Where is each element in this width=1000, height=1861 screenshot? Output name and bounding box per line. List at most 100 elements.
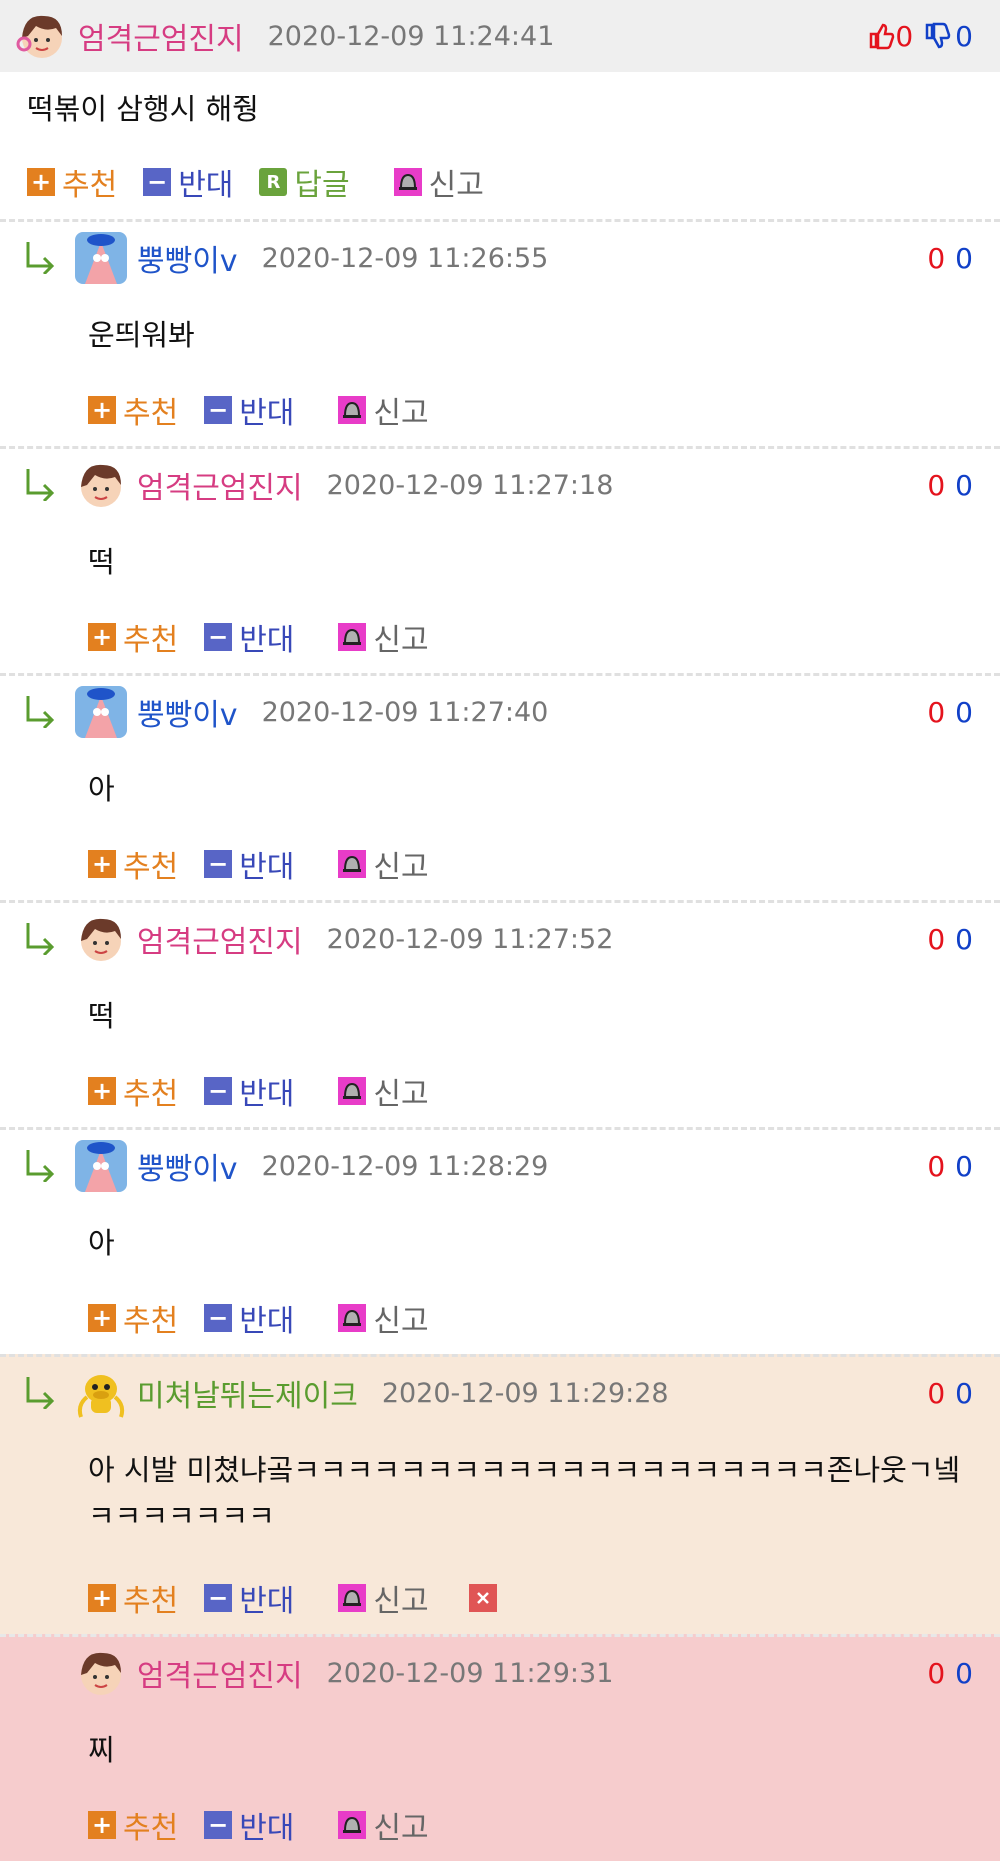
post-header: 엄격근엄진지 2020-12-09 11:24:41 0 0	[0, 0, 1000, 72]
comment-votes: 00	[927, 1130, 973, 1202]
comment-downvote-count[interactable]: 0	[955, 1150, 973, 1183]
siren-icon	[338, 396, 367, 424]
comment-downvote-count[interactable]: 0	[955, 1377, 973, 1410]
comment-downvote-count[interactable]: 0	[955, 242, 973, 275]
comment-votes: 00	[927, 903, 973, 975]
oppose-button[interactable]: − 반대	[204, 615, 294, 659]
oppose-button[interactable]: − 반대	[204, 1803, 294, 1847]
comment-upvote-count[interactable]: 0	[927, 469, 945, 502]
comment-author-nick[interactable]: 엄격근엄진지	[137, 1651, 303, 1695]
comment-actions: + 추천 − 반대 신고	[88, 1803, 455, 1847]
report-button[interactable]: 신고	[338, 842, 429, 886]
plus-icon: +	[88, 1077, 116, 1105]
comment-reply: 엄격근엄진지 2020-12-09 11:27:52 00 떡 + 추천 − 반대 …	[0, 900, 1000, 1127]
girl-avatar[interactable]	[75, 1647, 127, 1699]
oppose-button[interactable]: − 반대	[204, 388, 294, 432]
comment-upvote-count[interactable]: 0	[927, 1150, 945, 1183]
comment-votes: 00	[927, 1637, 973, 1709]
thumbs-up-icon[interactable]	[867, 22, 895, 50]
comment-upvote-count[interactable]: 0	[927, 1657, 945, 1690]
recommend-button[interactable]: + 추천	[88, 842, 178, 886]
siren-icon	[338, 1304, 367, 1332]
plus-icon: +	[88, 850, 116, 878]
comment-time: 2020-12-09 11:26:55	[261, 242, 549, 274]
comment-upvote-count[interactable]: 0	[927, 1377, 945, 1410]
post-body: 떡볶이 삼행시 해줭 + 추천 − 반대 R 답글 신고	[0, 72, 1000, 219]
recommend-button[interactable]: + 추천	[88, 1803, 178, 1847]
comment-upvote-count[interactable]: 0	[927, 923, 945, 956]
comment-author-nick[interactable]: 뿡빵이v	[137, 236, 238, 280]
comment-reply: 뿡빵이v 2020-12-09 11:27:40 00 아 + 추천 − 반대 신고	[0, 673, 1000, 900]
comment-downvote-count[interactable]: 0	[955, 923, 973, 956]
recommend-button[interactable]: + 추천	[88, 1296, 178, 1340]
post-downvote-count: 0	[955, 19, 973, 53]
comment-reply-highlighted: 미쳐날뛰는제이크 2020-12-09 11:29:28 00 아 시발 미쳤냐…	[0, 1354, 1000, 1634]
siren-icon	[338, 623, 367, 651]
girl-avatar[interactable]	[75, 459, 127, 511]
comment-downvote-count[interactable]: 0	[955, 1657, 973, 1690]
oppose-button[interactable]: − 반대	[204, 842, 294, 886]
comment-text: 아	[88, 772, 115, 806]
report-button[interactable]: 신고	[338, 1803, 429, 1847]
report-button[interactable]: 신고	[338, 1296, 429, 1340]
oppose-button[interactable]: − 반대	[204, 1069, 294, 1113]
plus-icon: +	[88, 1811, 116, 1839]
recommend-button[interactable]: + 추천	[88, 1576, 178, 1620]
plus-icon: +	[88, 396, 116, 424]
comment-author-nick[interactable]: 뿡빵이v	[137, 1144, 238, 1188]
report-button[interactable]: 신고	[338, 1576, 429, 1620]
post-author-nick[interactable]: 엄격근엄진지	[78, 14, 244, 58]
siren-icon	[338, 850, 367, 878]
oppose-button[interactable]: − 반대	[204, 1576, 294, 1620]
comment-text: 아 시발 미쳤냐곸ㅋㅋㅋㅋㅋㅋㅋㅋㅋㅋㅋㅋㅋㅋㅋㅋㅋㅋㅋㅋ존나웃ㄱ넼ㅋㅋㅋㅋㅋㅋ…	[88, 1453, 961, 1533]
minus-icon: −	[204, 1077, 233, 1105]
comment-author-nick[interactable]: 미쳐날뛰는제이크	[137, 1371, 358, 1415]
comment-reply: 뿡빵이v 2020-12-09 11:26:55 00 운띄워봐 + 추천 − 반대…	[0, 219, 1000, 446]
comment-actions: + 추천 − 반대 신고	[88, 388, 455, 432]
girl-avatar[interactable]	[16, 10, 68, 62]
comment-reply-highlighted: 엄격근엄진지 2020-12-09 11:29:31 00 찌 + 추천 − 반대 …	[0, 1634, 1000, 1861]
comment-upvote-count[interactable]: 0	[927, 696, 945, 729]
report-button[interactable]: 신고	[338, 1069, 429, 1113]
delete-icon[interactable]	[468, 1584, 497, 1612]
comment-author-nick[interactable]: 엄격근엄진지	[137, 917, 303, 961]
plus-icon: +	[88, 623, 116, 651]
reply-arrow-icon	[26, 1150, 55, 1182]
report-button[interactable]: 신고	[393, 160, 484, 204]
patrick-avatar[interactable]	[75, 232, 127, 284]
minus-icon: −	[204, 1584, 233, 1612]
oppose-button[interactable]: − 반대	[204, 1296, 294, 1340]
thumbs-down-icon[interactable]	[923, 22, 951, 50]
comment-author-nick[interactable]: 엄격근엄진지	[137, 463, 303, 507]
comment-downvote-count[interactable]: 0	[955, 469, 973, 502]
comment-actions: + 추천 − 반대 신고	[88, 615, 455, 659]
post-time: 2020-12-09 11:24:41	[267, 20, 555, 52]
minus-icon: −	[143, 168, 172, 196]
comment-reply: 뿡빵이v 2020-12-09 11:28:29 00 아 + 추천 − 반대 신고	[0, 1127, 1000, 1354]
comment-upvote-count[interactable]: 0	[927, 242, 945, 275]
comment-author-nick[interactable]: 뿡빵이v	[137, 690, 238, 734]
minus-icon: −	[204, 396, 233, 424]
reply-icon: R	[259, 168, 288, 196]
comment-votes: 00	[927, 1357, 973, 1429]
comment-time: 2020-12-09 11:29:31	[326, 1657, 614, 1689]
comment-downvote-count[interactable]: 0	[955, 696, 973, 729]
siren-icon	[338, 1077, 367, 1105]
girl-avatar[interactable]	[75, 913, 127, 965]
jake-avatar[interactable]	[75, 1367, 127, 1419]
reply-arrow-icon	[26, 1377, 55, 1409]
report-button[interactable]: 신고	[338, 388, 429, 432]
comment-actions: + 추천 − 반대 신고	[88, 1576, 497, 1620]
oppose-button[interactable]: − 반대	[143, 160, 233, 204]
patrick-avatar[interactable]	[75, 686, 127, 738]
comment-text: 떡	[88, 545, 115, 579]
report-button[interactable]: 신고	[338, 615, 429, 659]
recommend-button[interactable]: + 추천	[88, 388, 178, 432]
recommend-button[interactable]: + 추천	[27, 160, 117, 204]
recommend-button[interactable]: + 추천	[88, 1069, 178, 1113]
recommend-button[interactable]: + 추천	[88, 615, 178, 659]
plus-icon: +	[88, 1584, 116, 1612]
comment-time: 2020-12-09 11:29:28	[381, 1377, 669, 1409]
reply-button[interactable]: R 답글	[259, 160, 350, 204]
patrick-avatar[interactable]	[75, 1140, 127, 1192]
